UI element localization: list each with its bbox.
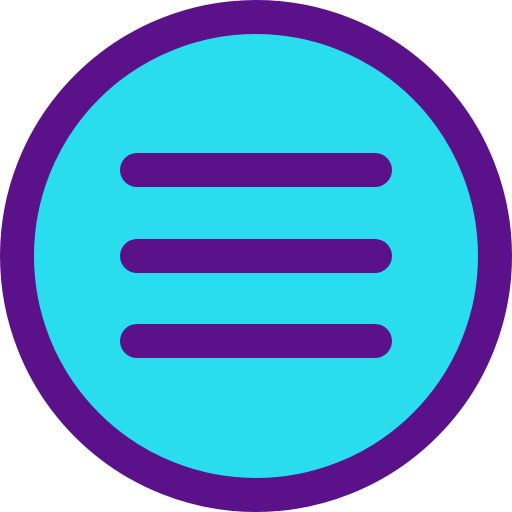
hamburger-menu-icon — [0, 0, 512, 512]
menu-button[interactable] — [0, 0, 512, 512]
app-canvas — [0, 0, 512, 512]
